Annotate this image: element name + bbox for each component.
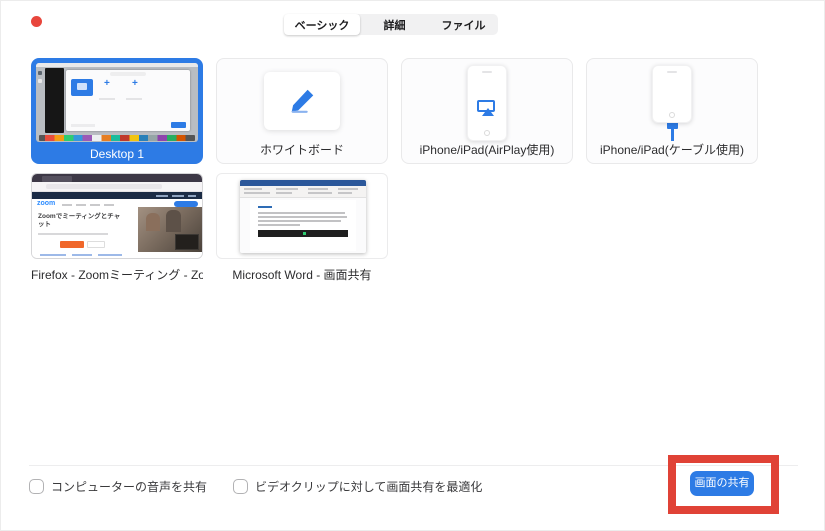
phone-home-button [669,112,675,119]
mini-footer-text [71,124,95,127]
mini-selected-tile [71,79,93,96]
mini-caption [126,98,142,100]
browser-toolbar [32,182,202,192]
mini-share-button [171,122,186,128]
zoom-webpage: zoom Zoomでミーティングとチャット [32,199,202,258]
mini-desktop-icon [38,71,42,75]
tile-label: Microsoft Word - 画面共有 [232,268,372,282]
tile-label: ホワイトボード [259,143,344,157]
mini-caption [99,98,115,100]
tile-word-window[interactable]: Microsoft Word - 画面共有 [216,173,388,283]
browser-tabbar [32,174,202,182]
phone-speaker [667,71,677,73]
hero-subtext [38,233,108,235]
mini-menubar [36,63,198,67]
tile-iphone-cable[interactable]: iPhone/iPad(ケーブル使用) [586,58,758,164]
word-thumbnail [216,173,388,259]
tile-firefox-window[interactable]: zoom Zoomでミーティングとチャット Firefox - Zoomミーティ… [31,173,203,283]
share-mode-tabs: ベーシック 詳細 ファイル [284,14,498,35]
word-document [250,200,356,251]
share-screen-button[interactable]: 画面の共有 [690,471,754,496]
footer-options: コンピューターの音声を共有 ビデオクリップに対して画面共有を最適化 [29,478,482,495]
phone-speaker [482,71,492,73]
pencil-icon [291,89,314,113]
tile-label: Firefox - Zoomミーティング - Zoom... [31,268,203,282]
iphone-outline [652,65,692,124]
mini-plus-icon: + [132,78,138,89]
checkbox-optimize-video-clip[interactable]: ビデオクリップに対して画面共有を最適化 [233,478,482,495]
iphone-outline [467,65,507,141]
tab-files[interactable]: ファイル [429,14,498,35]
firefox-thumbnail: zoom Zoomでミーティングとチャット [31,173,203,259]
tile-iphone-airplay[interactable]: iPhone/iPad(AirPlay使用) [401,58,573,164]
mini-dark-window [45,68,64,133]
tile-desktop-1[interactable]: + + Desktop 1 [31,58,203,164]
doc-image-strip [258,230,348,237]
mini-tabbar [110,72,146,76]
doc-heading-line [258,206,272,208]
word-window [240,180,366,253]
checkbox-share-computer-sound[interactable]: コンピューターの音声を共有 [29,478,207,495]
desktop-1-thumbnail: + + [36,63,198,142]
phone-graphic [587,59,757,141]
checkbox-box [233,479,249,494]
tab-advanced[interactable]: 詳細 [360,14,429,35]
tab-basic[interactable]: ベーシック [284,14,360,35]
mini-plus-icon: + [104,78,110,89]
airplay-icon [477,100,497,116]
cable-cord [670,129,674,141]
hero-ghost-button [87,241,105,248]
tile-whiteboard[interactable]: ホワイトボード [216,58,388,164]
share-screen-dialog: ベーシック 詳細 ファイル + + Desktop 1 ホワイトボード iPho… [0,0,825,531]
hero-heading: Zoomでミーティングとチャット [38,213,121,229]
hero-photo [138,207,202,252]
phone-graphic [402,59,572,141]
phone-home-button [484,130,490,136]
mini-share-dialog: + + [66,70,190,131]
checkbox-label: ビデオクリップに対して画面共有を最適化 [255,480,483,494]
checkbox-box [29,479,44,494]
close-window-button[interactable] [31,16,42,27]
hero-orange-button [60,241,84,248]
whiteboard-card [264,72,340,130]
tile-label: Desktop 1 [89,147,145,161]
tile-label: iPhone/iPad(AirPlay使用) [419,143,555,157]
mini-dock [39,135,195,141]
checkbox-label: コンピューターの音声を共有 [51,480,208,494]
cable-plug-icon [666,122,678,130]
tile-label: iPhone/iPad(ケーブル使用) [600,143,744,157]
mini-desktop-icon [38,79,42,83]
word-ribbon [240,186,366,198]
zoom-logo: zoom [37,200,56,207]
